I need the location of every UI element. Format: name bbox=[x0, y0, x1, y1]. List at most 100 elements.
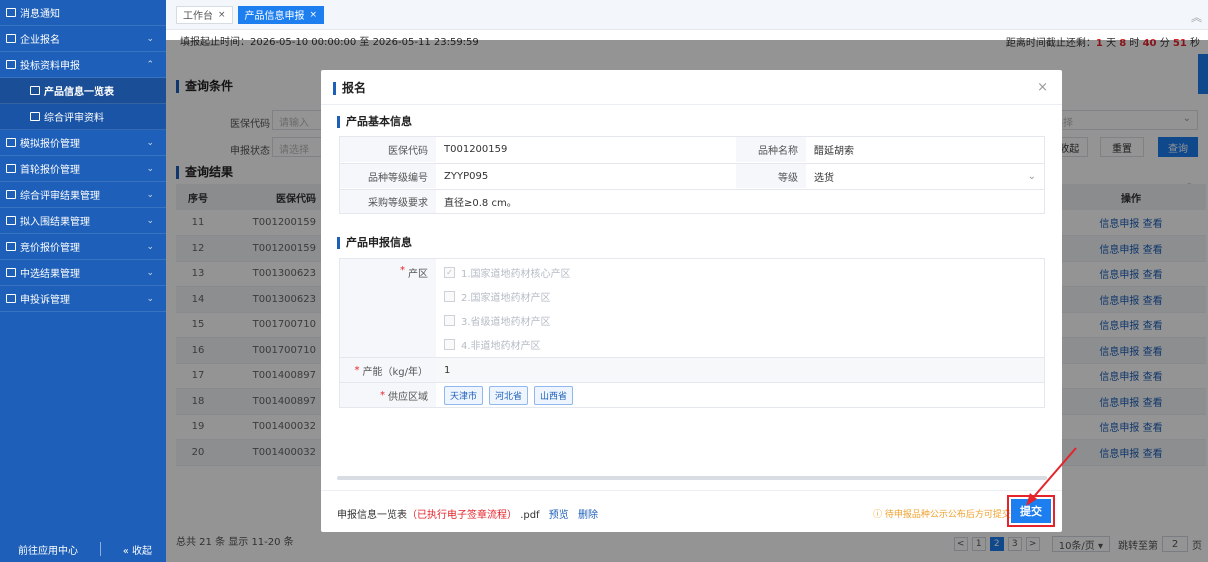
sidebar-item-label: 综合评审资料 bbox=[44, 113, 104, 124]
sidebar-item-bid-materials[interactable]: 投标资料申报 ⌃ bbox=[0, 52, 166, 78]
collapse-sidebar-button[interactable]: « 收起 bbox=[123, 542, 152, 557]
checkbox-icon[interactable] bbox=[444, 338, 455, 350]
sidebar-item-bidding[interactable]: 竞价报价管理 ⌄ bbox=[0, 234, 166, 260]
chevron-down-icon: ⌄ bbox=[146, 293, 154, 304]
folder-icon bbox=[6, 34, 16, 43]
folder-icon bbox=[6, 242, 16, 251]
sidebar-footer: 前往应用中心 « 收起 bbox=[0, 536, 166, 562]
sidebar-item-complaints[interactable]: 申投诉管理 ⌄ bbox=[0, 286, 166, 312]
close-icon[interactable]: × bbox=[1037, 80, 1048, 95]
preview-link[interactable]: 预览 bbox=[549, 510, 569, 521]
basic-info-title: 产品基本信息 bbox=[337, 116, 412, 128]
chevron-up-icon: ⌃ bbox=[146, 59, 154, 70]
region-label: * 供应区域 bbox=[340, 382, 436, 407]
grade-code-label: 品种等级编号 bbox=[340, 163, 436, 188]
sidebar-item-label: 中选结果管理 bbox=[20, 269, 80, 280]
sidebar-item-label: 竞价报价管理 bbox=[20, 243, 80, 254]
chevron-down-icon: ⌄ bbox=[146, 215, 154, 226]
close-icon[interactable]: × bbox=[310, 10, 318, 20]
checkbox-checked-icon[interactable]: ✓ bbox=[444, 266, 455, 278]
chevron-down-icon: ⌄ bbox=[146, 163, 154, 174]
capacity-label: * 产能（kg/年） bbox=[340, 357, 436, 382]
sidebar-item-label: 首轮报价管理 bbox=[20, 165, 80, 176]
capacity-input[interactable]: 1 bbox=[436, 357, 1044, 382]
checkbox-icon[interactable] bbox=[444, 290, 455, 302]
declaration-grid: * 产区 ✓ 1.国家道地药材核心产区 2.国家道地药材产区 3.省级道地药材产区 … bbox=[339, 258, 1045, 408]
sidebar-item-label: 产品信息一览表 bbox=[44, 87, 114, 98]
divider bbox=[321, 104, 1062, 105]
chevron-down-icon: ⌄ bbox=[146, 137, 154, 148]
divider bbox=[321, 490, 1062, 491]
folder-icon bbox=[6, 268, 16, 277]
folder-icon bbox=[6, 294, 16, 303]
basic-info-grid: 医保代码 T001200159 品种名称 醋延胡索 品种等级编号 ZYYP095… bbox=[339, 136, 1045, 214]
close-icon[interactable]: × bbox=[218, 10, 226, 20]
requirement-label: 采购等级要求 bbox=[340, 189, 436, 213]
option-label: 2.国家道地药材产区 bbox=[461, 292, 551, 304]
region-tags[interactable]: 天津市 河北省 山西省 bbox=[436, 382, 1044, 407]
origin-label-text: 产区 bbox=[408, 269, 428, 280]
tab-product-declaration[interactable]: 产品信息申报 × bbox=[237, 5, 325, 24]
option-label: 4.非道地药材产区 bbox=[461, 340, 541, 352]
sidebar-item-review-materials[interactable]: 综合评审资料 bbox=[0, 104, 166, 130]
sidebar-item-shortlist[interactable]: 拟入围结果管理 ⌄ bbox=[0, 208, 166, 234]
sidebar-item-mock-quote[interactable]: 模拟报价管理 ⌄ bbox=[0, 130, 166, 156]
chevron-down-icon: ⌄ bbox=[146, 241, 154, 252]
signature-status: （已执行电子签章流程） bbox=[407, 510, 517, 521]
declaration-info-title: 产品申报信息 bbox=[337, 237, 412, 249]
sidebar-item-selection-results[interactable]: 中选结果管理 ⌄ bbox=[0, 260, 166, 286]
origin-option-1[interactable]: ✓ 1.国家道地药材核心产区 bbox=[436, 261, 936, 283]
region-tag[interactable]: 河北省 bbox=[489, 385, 529, 405]
attachment-ext: .pdf bbox=[520, 510, 540, 521]
chevron-down-icon: ⌄ bbox=[146, 189, 154, 200]
sidebar-item-first-quote[interactable]: 首轮报价管理 ⌄ bbox=[0, 156, 166, 182]
region-label-text: 供应区域 bbox=[388, 391, 428, 403]
folder-icon bbox=[6, 216, 16, 225]
origin-option-4[interactable]: 4.非道地药材产区 bbox=[436, 333, 936, 355]
tab-workbench[interactable]: 工作台 × bbox=[176, 5, 233, 24]
folder-icon bbox=[6, 190, 16, 199]
required-mark: * bbox=[380, 389, 385, 401]
sidebar-item-label: 消息通知 bbox=[20, 9, 60, 20]
chevron-down-icon: ⌄ bbox=[146, 33, 154, 44]
document-icon bbox=[30, 112, 40, 121]
collapse-up-icon[interactable]: ︽ bbox=[1191, 9, 1202, 25]
origin-option-2[interactable]: 2.国家道地药材产区 bbox=[436, 285, 936, 307]
document-icon bbox=[30, 86, 40, 95]
name-label: 品种名称 bbox=[736, 137, 806, 162]
sidebar-item-notifications[interactable]: 消息通知 bbox=[0, 0, 166, 26]
origin-option-3[interactable]: 3.省级道地药材产区 bbox=[436, 309, 936, 331]
code-value: T001200159 bbox=[444, 144, 508, 155]
required-mark: * bbox=[354, 364, 360, 376]
sidebar: 消息通知 企业报名 ⌄ 投标资料申报 ⌃ 产品信息一览表 综合评审资料 模拟报价管理… bbox=[0, 0, 166, 562]
tab-label: 工作台 bbox=[183, 11, 213, 22]
chevron-down-icon: ⌄ bbox=[146, 267, 154, 278]
app-center-link[interactable]: 前往应用中心 bbox=[18, 542, 78, 557]
checkbox-icon[interactable] bbox=[444, 314, 455, 326]
sidebar-item-label: 拟入围结果管理 bbox=[20, 217, 90, 228]
folder-icon bbox=[6, 164, 16, 173]
sidebar-item-product-list[interactable]: 产品信息一览表 bbox=[0, 78, 166, 104]
horizontal-scrollbar[interactable] bbox=[337, 476, 1047, 480]
folder-icon bbox=[6, 138, 16, 147]
region-tag[interactable]: 山西省 bbox=[534, 385, 574, 405]
required-mark: * bbox=[400, 265, 405, 276]
grade-label: 等级 bbox=[736, 163, 806, 188]
grade-code-value: ZYYP095 bbox=[436, 163, 736, 188]
delete-link[interactable]: 删除 bbox=[578, 510, 598, 521]
tab-label: 产品信息申报 bbox=[244, 11, 305, 22]
requirement-value: 直径≥0.8 cm。 bbox=[436, 189, 1044, 213]
submit-button[interactable]: 提交 bbox=[1007, 495, 1055, 527]
sidebar-item-review-results[interactable]: 综合评审结果管理 ⌄ bbox=[0, 182, 166, 208]
option-label: 1.国家道地药材核心产区 bbox=[461, 268, 571, 280]
region-tag[interactable]: 天津市 bbox=[444, 385, 484, 405]
sidebar-item-label: 企业报名 bbox=[20, 35, 60, 46]
sidebar-item-label: 投标资料申报 bbox=[20, 61, 80, 72]
sidebar-item-enterprise-registration[interactable]: 企业报名 ⌄ bbox=[0, 26, 166, 52]
grade-select[interactable]: 选货 ⌄ bbox=[806, 163, 1044, 188]
option-label: 3.省级道地药材产区 bbox=[461, 316, 551, 328]
code-label: 医保代码 bbox=[340, 137, 436, 162]
tab-bar: 工作台 × 产品信息申报 × ︽ bbox=[166, 0, 1208, 30]
capacity-label-text: 产能（kg/年） bbox=[362, 366, 428, 378]
sidebar-item-label: 综合评审结果管理 bbox=[20, 191, 100, 202]
